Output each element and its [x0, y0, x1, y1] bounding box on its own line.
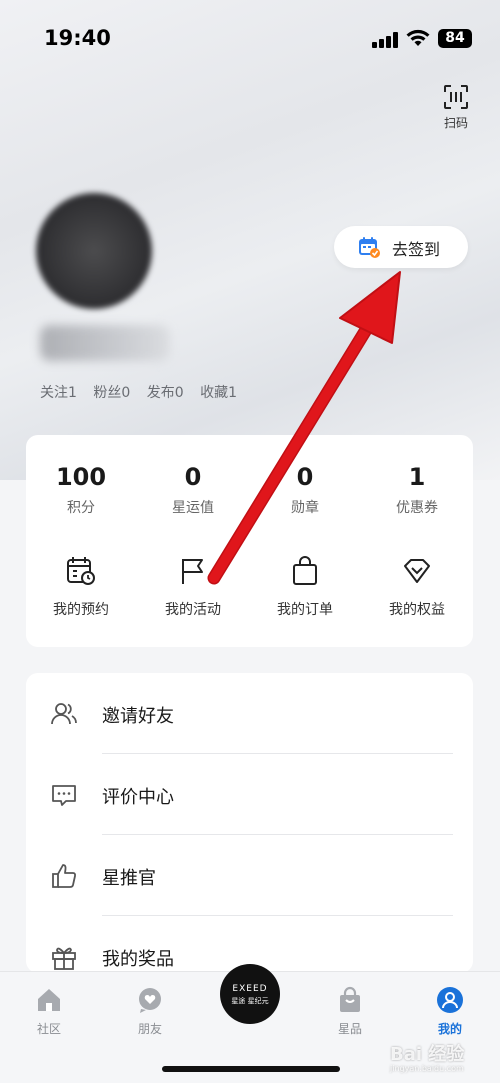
calendar-check-icon — [359, 237, 380, 258]
coupons-stat[interactable]: 1 优惠券 — [362, 463, 472, 517]
bag-icon — [340, 986, 360, 1012]
status-time: 19:40 — [44, 26, 111, 50]
scan-button[interactable]: 扫码 — [436, 80, 476, 131]
profile-icon — [437, 987, 463, 1013]
brand-name: EXEED — [232, 984, 268, 994]
my-reservations-label: 我的预约 — [53, 602, 109, 618]
my-activities-link[interactable]: 我的活动 — [138, 555, 248, 619]
comment-icon — [52, 785, 76, 806]
star-luck-label: 星运值 — [172, 500, 214, 516]
menu-item-invite-friends[interactable]: 邀请好友 — [26, 673, 473, 754]
tab-community[interactable]: 社区 — [19, 986, 79, 1037]
shopping-bag-icon — [293, 556, 317, 585]
menu-item-review-center[interactable]: 评价中心 — [26, 754, 473, 835]
fans-count[interactable]: 粉丝0 — [93, 385, 130, 401]
watermark-subtext: jingyan.baidu.com — [390, 1064, 464, 1073]
profile-stats: 关注1 粉丝0 发布0 收藏1 — [40, 382, 249, 402]
battery-indicator: 84 — [438, 29, 472, 48]
my-benefits-link[interactable]: 我的权益 — [362, 555, 472, 619]
points-value: 100 — [55, 463, 107, 491]
my-reservations-link[interactable]: 我的预约 — [26, 555, 136, 619]
brand-subtitle: 星途 星纪元 — [231, 997, 269, 1005]
nickname-blurred[interactable] — [40, 325, 170, 361]
coupons-label: 优惠券 — [396, 500, 438, 516]
my-orders-label: 我的订单 — [277, 602, 333, 618]
menu-label-review-center: 评价中心 — [102, 787, 174, 808]
medals-stat[interactable]: 0 勋章 — [250, 463, 360, 517]
scan-icon — [444, 85, 468, 109]
star-luck-value: 0 — [184, 463, 202, 491]
tab-friends[interactable]: 朋友 — [120, 986, 180, 1037]
tab-label-mine: 我的 — [437, 1022, 462, 1036]
menu-card: 邀请好友 评价中心 星推官 我的奖品 — [26, 673, 473, 973]
points-stat[interactable]: 100 积分 — [26, 463, 136, 517]
my-orders-link[interactable]: 我的订单 — [250, 555, 360, 619]
scan-label: 扫码 — [443, 116, 468, 130]
menu-label-star-promoter: 星推官 — [102, 868, 156, 889]
brand-center-button[interactable]: EXEED 星途 星纪元 — [220, 964, 280, 1024]
wifi-icon — [406, 29, 430, 46]
home-icon — [38, 989, 60, 1011]
checkin-button[interactable]: 去签到 — [334, 226, 468, 268]
points-label: 积分 — [67, 500, 95, 516]
menu-label-my-prizes: 我的奖品 — [102, 949, 174, 970]
star-luck-stat[interactable]: 0 星运值 — [138, 463, 248, 517]
tab-label-friends: 朋友 — [137, 1022, 162, 1036]
checkin-label: 去签到 — [392, 240, 441, 259]
follow-count[interactable]: 关注1 — [40, 385, 77, 401]
summary-card: 100 积分 0 星运值 0 勋章 1 优惠券 我的预约 我的活动 我的订单 我… — [26, 435, 473, 647]
my-activities-label: 我的活动 — [165, 602, 221, 618]
status-bar: 19:40 84 — [0, 0, 500, 80]
thumbs-up-icon — [52, 864, 76, 888]
posts-count[interactable]: 发布0 — [147, 385, 184, 401]
users-icon — [51, 703, 77, 725]
tab-label-community: 社区 — [36, 1022, 61, 1036]
medals-value: 0 — [296, 463, 314, 491]
diamond-icon — [404, 559, 430, 583]
home-indicator — [162, 1066, 340, 1072]
heart-chat-icon — [139, 988, 161, 1013]
medals-label: 勋章 — [291, 500, 319, 516]
avatar[interactable] — [36, 193, 152, 309]
favorites-count[interactable]: 收藏1 — [200, 385, 237, 401]
calendar-clock-icon — [67, 557, 95, 585]
tab-label-star-products: 星品 — [337, 1022, 362, 1036]
tab-mine[interactable]: 我的 — [420, 986, 480, 1037]
watermark-text: Bai 经验 — [390, 1044, 465, 1065]
gift-icon — [52, 947, 76, 970]
menu-item-star-promoter[interactable]: 星推官 — [26, 835, 473, 916]
coupons-value: 1 — [408, 463, 426, 491]
cellular-signal-icon — [372, 32, 400, 48]
menu-label-invite-friends: 邀请好友 — [102, 706, 174, 727]
my-benefits-label: 我的权益 — [389, 602, 445, 618]
watermark: Bai 经验 jingyan.baidu.com — [390, 1040, 464, 1073]
flag-icon — [182, 559, 203, 584]
tab-star-products[interactable]: 星品 — [320, 986, 380, 1037]
